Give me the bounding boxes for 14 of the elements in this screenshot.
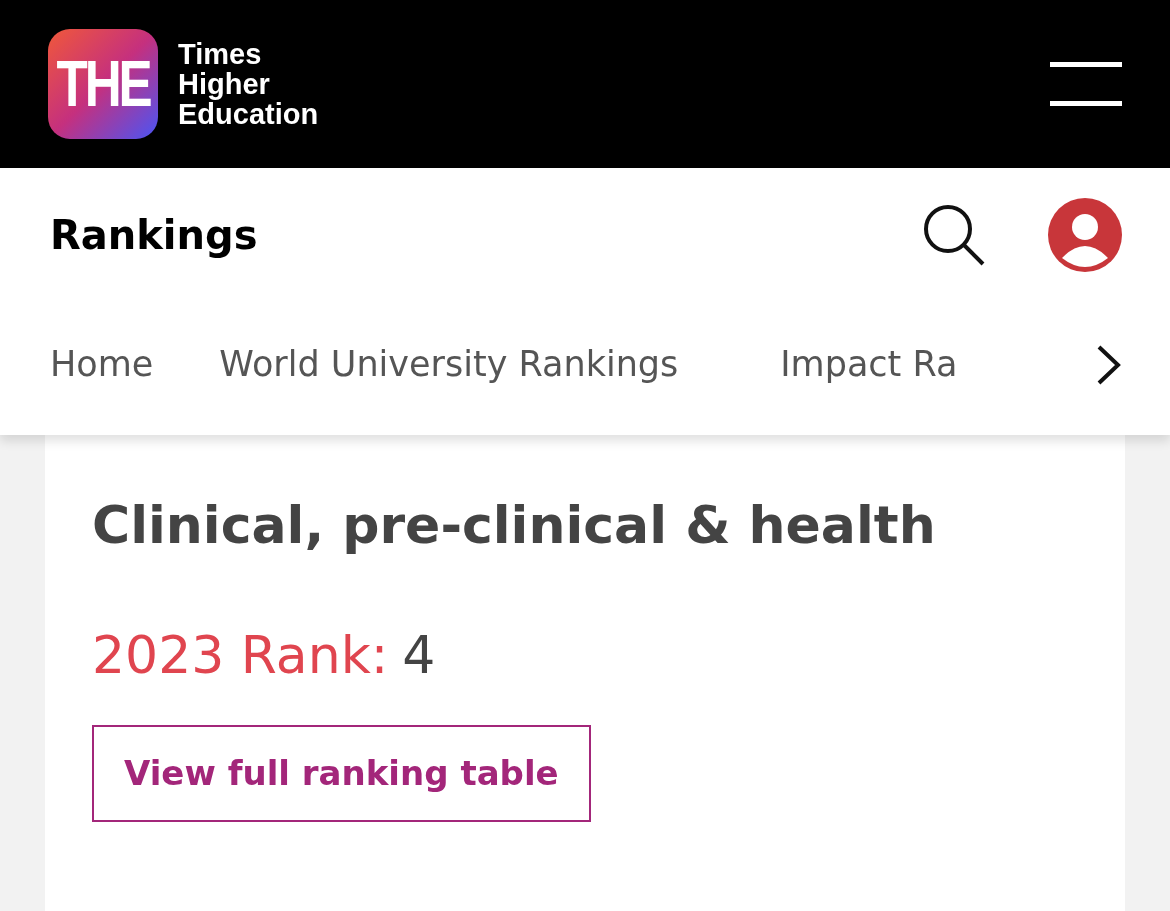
chevron-right-icon[interactable] — [1096, 343, 1122, 386]
rank-value: 4 — [402, 624, 436, 687]
section-title: Rankings — [50, 211, 258, 260]
user-avatar-icon[interactable] — [1048, 198, 1122, 272]
logo-mark[interactable]: THE — [48, 29, 158, 139]
view-ranking-button[interactable]: View full ranking table — [92, 725, 591, 822]
card-title: Clinical, pre-clinical & health — [92, 494, 936, 557]
rank-label: 2023 Rank: — [92, 624, 389, 687]
search-icon[interactable] — [922, 203, 986, 267]
menu-icon[interactable] — [1050, 62, 1122, 106]
logo-name: Times Higher Education — [178, 39, 319, 129]
nav-tab[interactable]: Impact Ra — [780, 338, 958, 391]
nav-tab[interactable]: World University Rankings — [219, 338, 679, 391]
nav-tab[interactable]: Home — [50, 338, 154, 391]
